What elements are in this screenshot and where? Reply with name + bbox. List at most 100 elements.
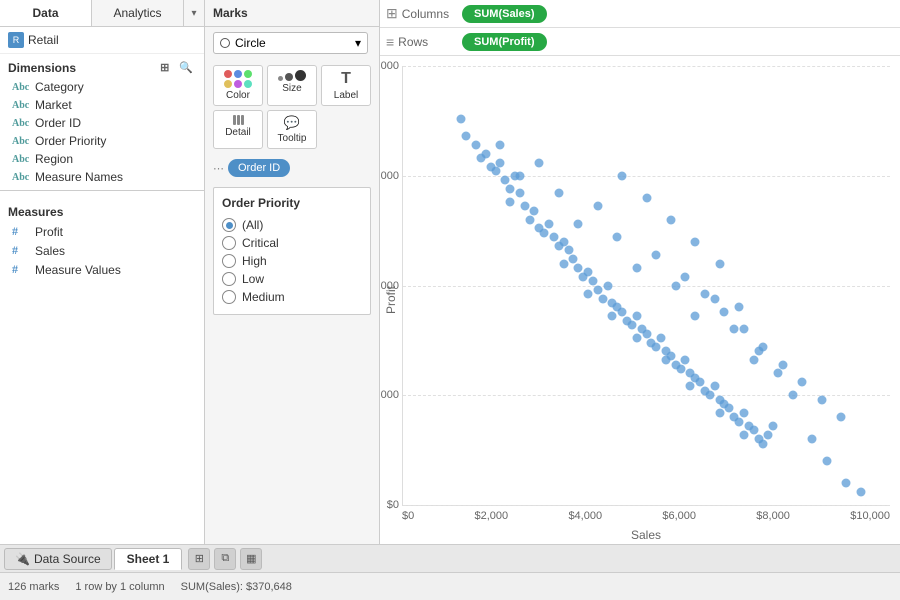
dimensions-list: AbcCategory Abc Market AbcOrder IDAbcOrder … bbox=[0, 78, 204, 186]
grid-line bbox=[403, 66, 890, 67]
tab-analytics[interactable]: Analytics bbox=[92, 0, 184, 26]
scatter-dot bbox=[715, 259, 724, 268]
dimension-item-category[interactable]: AbcCategory bbox=[0, 78, 204, 96]
scatter-dot bbox=[496, 141, 505, 150]
new-sheet-icon[interactable]: ⊞ bbox=[188, 548, 210, 570]
datasource-tab[interactable]: 🔌 Data Source bbox=[4, 548, 112, 570]
scatter-dot bbox=[564, 246, 573, 255]
panel-tab-arrow[interactable]: ▾ bbox=[184, 0, 204, 26]
field-label: Order Priority bbox=[35, 134, 106, 148]
columns-shelf: ⊞ Columns SUM(Sales) bbox=[380, 0, 900, 28]
radio-label: High bbox=[242, 254, 267, 268]
label-button[interactable]: T Label bbox=[321, 65, 371, 106]
scatter-dot bbox=[559, 259, 568, 268]
radio-circle bbox=[222, 236, 236, 250]
label-label: Label bbox=[334, 90, 358, 101]
scatter-dot bbox=[588, 277, 597, 286]
scatter-dot bbox=[739, 408, 748, 417]
detail-button[interactable]: Detail bbox=[213, 110, 263, 149]
label-icon: T bbox=[341, 70, 351, 88]
scatter-dot bbox=[773, 369, 782, 378]
scatter-dot bbox=[720, 307, 729, 316]
scatter-dot bbox=[632, 334, 641, 343]
scatter-dot bbox=[491, 167, 500, 176]
scatter-dot bbox=[457, 114, 466, 123]
rows-shelf: ≡ Rows SUM(Profit) bbox=[380, 28, 900, 56]
dimension-item-order-id[interactable]: AbcOrder ID bbox=[0, 114, 204, 132]
grid-line bbox=[403, 176, 890, 177]
scatter-dot bbox=[691, 237, 700, 246]
size-label: Size bbox=[282, 83, 301, 94]
scatter-dot bbox=[496, 158, 505, 167]
x-tick: $10,000 bbox=[850, 510, 890, 522]
radio-medium[interactable]: Medium bbox=[222, 288, 362, 306]
color-label: Color bbox=[226, 90, 250, 101]
chart-area: Profit $4,000$3,000$2,000$1,000$0 $0$2,0… bbox=[380, 56, 900, 544]
field-type-abc: Abc bbox=[12, 100, 30, 111]
radio-critical[interactable]: Critical bbox=[222, 234, 362, 252]
size-button[interactable]: Size bbox=[267, 65, 317, 106]
color-button[interactable]: Color bbox=[213, 65, 263, 106]
retail-row: R Retail bbox=[0, 27, 204, 54]
scatter-dot bbox=[749, 356, 758, 365]
panel-tabs: Data Analytics ▾ bbox=[0, 0, 204, 27]
rows-pill[interactable]: SUM(Profit) bbox=[462, 33, 547, 51]
scatter-dot bbox=[598, 294, 607, 303]
scatter-dot bbox=[515, 189, 524, 198]
scatter-dot bbox=[700, 290, 709, 299]
mark-type-chevron: ▾ bbox=[355, 36, 361, 50]
radio-all[interactable]: (All) bbox=[222, 216, 362, 234]
field-label: Order ID bbox=[35, 116, 81, 130]
dimension-item-market[interactable]: Abc Market bbox=[0, 96, 204, 114]
scatter-dot bbox=[632, 312, 641, 321]
scatter-dot bbox=[739, 430, 748, 439]
circle-mark-icon bbox=[220, 38, 230, 48]
grid-line bbox=[403, 505, 890, 506]
order-id-pill[interactable]: Order ID bbox=[228, 159, 290, 177]
sheet1-tab[interactable]: Sheet 1 bbox=[114, 548, 183, 570]
dimensions-search-icon[interactable]: 🔍 bbox=[176, 60, 196, 75]
scatter-dot bbox=[593, 285, 602, 294]
order-priority-options: (All)Critical High Low Medium bbox=[222, 216, 362, 306]
scatter-dot bbox=[769, 421, 778, 430]
x-tick: $2,000 bbox=[475, 510, 509, 522]
scatter-dot bbox=[515, 171, 524, 180]
dimensions-grid-icon[interactable]: ⊞ bbox=[157, 60, 172, 75]
scatter-dot bbox=[856, 487, 865, 496]
scatter-dot bbox=[764, 430, 773, 439]
mark-type-select[interactable]: Circle ▾ bbox=[213, 32, 368, 54]
scatter-dot bbox=[584, 290, 593, 299]
radio-low[interactable]: Low bbox=[222, 270, 362, 288]
scatter-dot bbox=[676, 364, 685, 373]
scatter-dot bbox=[545, 220, 554, 229]
measure-item-measure-values[interactable]: # Measure Values bbox=[0, 260, 204, 279]
radio-label: Medium bbox=[242, 290, 285, 304]
dimension-item-region[interactable]: AbcRegion bbox=[0, 150, 204, 168]
dimension-item-measure-names[interactable]: AbcMeasure Names bbox=[0, 168, 204, 186]
tab-data[interactable]: Data bbox=[0, 0, 92, 26]
scatter-dot bbox=[666, 215, 675, 224]
measure-item-profit[interactable]: #Profit bbox=[0, 222, 204, 241]
sheet-tab-icons: ⊞ ⧉ ▦ bbox=[188, 548, 262, 570]
scatter-dot bbox=[481, 149, 490, 158]
scatter-dot bbox=[798, 378, 807, 387]
scatter-dot bbox=[652, 342, 661, 351]
columns-icon: ⊞ bbox=[386, 5, 398, 22]
columns-pill[interactable]: SUM(Sales) bbox=[462, 5, 547, 23]
dimension-item-order-priority[interactable]: AbcOrder Priority bbox=[0, 132, 204, 150]
duplicate-sheet-icon[interactable]: ⧉ bbox=[214, 548, 236, 570]
new-dashboard-icon[interactable]: ▦ bbox=[240, 548, 262, 570]
y-tick-label: $3,000 bbox=[380, 170, 399, 182]
field-label: Measure Values bbox=[35, 263, 121, 277]
measure-item-sales[interactable]: #Sales bbox=[0, 241, 204, 260]
field-type-hash: # bbox=[12, 262, 30, 277]
tooltip-button[interactable]: 💬 Tooltip bbox=[267, 110, 317, 149]
rows-text: Rows bbox=[398, 35, 428, 49]
field-label: Market bbox=[35, 98, 72, 112]
scatter-dot bbox=[530, 206, 539, 215]
radio-label: Low bbox=[242, 272, 264, 286]
y-tick-label: $2,000 bbox=[380, 280, 399, 292]
scatter-dot bbox=[710, 294, 719, 303]
scatter-dot bbox=[837, 413, 846, 422]
radio-high[interactable]: High bbox=[222, 252, 362, 270]
